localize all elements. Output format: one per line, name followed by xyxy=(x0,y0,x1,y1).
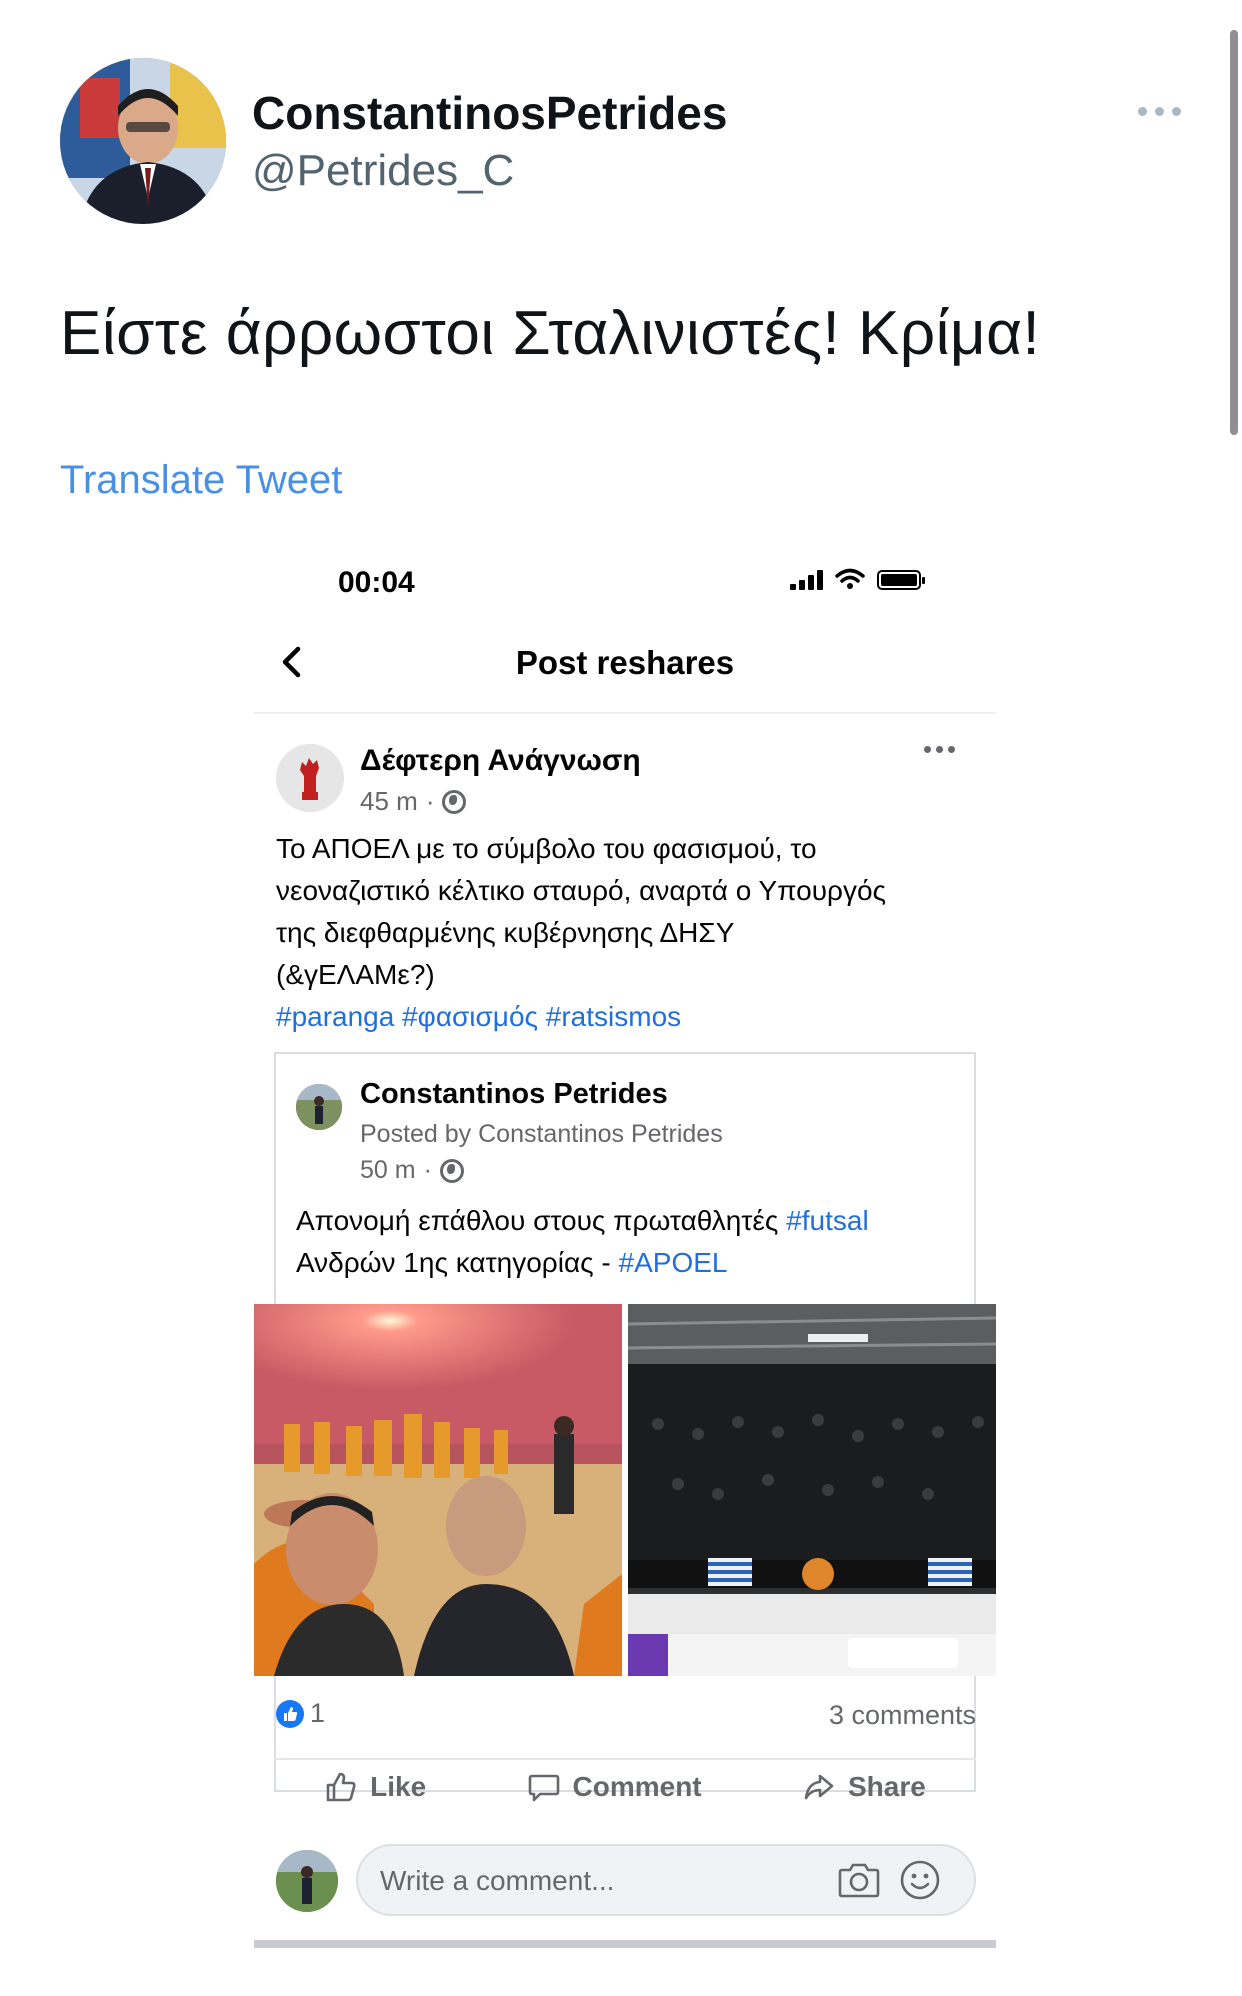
post-time: 45 m xyxy=(360,786,418,816)
reactions-summary[interactable]: 1 xyxy=(276,1698,325,1729)
shared-time: 50 m xyxy=(360,1156,416,1184)
post-author[interactable]: Δέφτερη Ανάγνωση xyxy=(360,744,641,778)
comment-button[interactable]: Comment xyxy=(527,1770,702,1804)
photo-stands[interactable] xyxy=(628,1304,996,1676)
shared-text-line: Ανδρών 1ης κατηγορίας - xyxy=(296,1247,619,1278)
post-meta: 45 m · xyxy=(360,786,467,817)
photo-celebration[interactable] xyxy=(254,1304,622,1676)
hashtag-futsal[interactable]: #futsal xyxy=(786,1205,869,1236)
photo-grid xyxy=(254,1304,996,1676)
post-text-line: Το ΑΠΟΕΛ με το σύμβολο του φασισμού, το xyxy=(276,833,817,864)
wifi-icon xyxy=(835,568,865,589)
thumbs-up-icon xyxy=(326,1772,356,1802)
separator-dot: · xyxy=(425,786,435,816)
divider xyxy=(254,712,996,714)
comment-bubble-icon xyxy=(528,1774,559,1802)
post-text-line: της διεφθαρμένης κυβέρνησης ΔΗΣΥ xyxy=(276,917,735,948)
share-label: Share xyxy=(847,1771,926,1802)
like-button[interactable]: Like xyxy=(324,1770,426,1804)
user-handle[interactable]: @Petrides_C xyxy=(252,146,514,196)
page-title: Post reshares xyxy=(515,644,735,681)
post-text-line: (&γΕΛΑΜε?) xyxy=(276,959,435,990)
emoji-icon[interactable] xyxy=(898,1858,942,1902)
tweet-text: Είστε άρρωστοι Σταλινιστές! Κρίμα! xyxy=(60,299,1041,368)
globe-icon xyxy=(442,789,467,814)
page-avatar[interactable] xyxy=(276,744,344,812)
profile-avatar[interactable] xyxy=(60,58,226,224)
status-bar-time: 00:04 xyxy=(338,566,415,599)
more-horizontal-icon[interactable] xyxy=(1138,96,1188,126)
shared-meta: 50 m · xyxy=(360,1156,464,1185)
separator-dot: · xyxy=(423,1156,432,1184)
embedded-screenshot: 00:04 Post reshares Δέφτερη Ανάγνωση 45 … xyxy=(254,548,996,1996)
like-label: Like xyxy=(370,1771,427,1802)
bottom-divider xyxy=(254,1940,996,1948)
camera-icon[interactable] xyxy=(838,1860,880,1900)
comment-input[interactable] xyxy=(378,1846,822,1916)
viewer-avatar[interactable] xyxy=(276,1850,338,1912)
cellular-signal-icon xyxy=(790,570,823,590)
status-bar-icons xyxy=(790,568,925,590)
like-reaction-icon xyxy=(276,1699,304,1728)
shared-text: Απονομή επάθλου στους πρωταθλητές #futsa… xyxy=(296,1200,966,1284)
translate-tweet-link[interactable]: Translate Tweet xyxy=(60,458,342,503)
battery-icon xyxy=(877,570,925,590)
shared-author[interactable]: Constantinos Petrides xyxy=(360,1078,668,1111)
globe-icon xyxy=(439,1158,464,1183)
post-hashtags[interactable]: #paranga #φασισμός #ratsismos xyxy=(276,996,976,1038)
reactions-count: 1 xyxy=(310,1698,326,1728)
shared-text-line: Απονομή επάθλου στους πρωταθλητές xyxy=(296,1205,787,1236)
scrollbar[interactable] xyxy=(1230,30,1238,435)
comment-label: Comment xyxy=(572,1771,702,1802)
hashtag-apoel[interactable]: #APOEL xyxy=(619,1247,728,1278)
shared-author-avatar[interactable] xyxy=(296,1084,342,1130)
shared-posted-by: Posted by Constantinos Petrides xyxy=(360,1120,723,1148)
divider xyxy=(274,1758,976,1760)
post-body: Το ΑΠΟΕΛ με το σύμβολο του φασισμού, το … xyxy=(276,828,976,1038)
comment-input-box[interactable] xyxy=(356,1844,976,1916)
display-name[interactable]: ConstantinosPetrides xyxy=(252,86,727,140)
post-options-icon[interactable] xyxy=(924,746,955,753)
comments-count[interactable]: 3 comments xyxy=(829,1700,976,1731)
post-text-line: νεοναζιστικό κέλτικο σταυρό, αναρτά ο Υπ… xyxy=(276,875,887,906)
post-actions: Like Comment Share xyxy=(274,1770,976,1804)
share-button[interactable]: Share xyxy=(802,1770,926,1804)
share-arrow-icon xyxy=(804,1774,834,1800)
